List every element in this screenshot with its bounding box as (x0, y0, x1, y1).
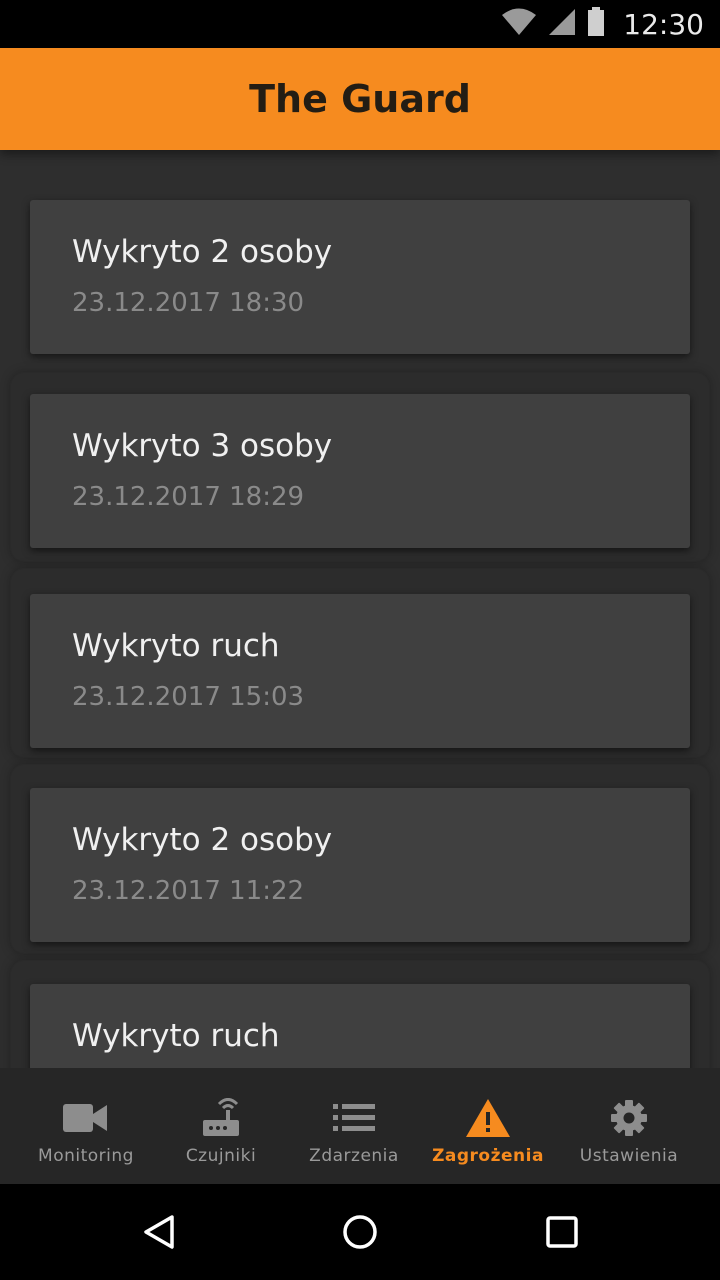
nav-item-monitoring[interactable]: Monitoring (0, 1068, 172, 1184)
list-item[interactable]: Wykryto 2 osoby 23.12.2017 11:22 (30, 788, 690, 942)
app-bar: The Guard (0, 48, 720, 150)
event-title: Wykryto ruch (72, 628, 280, 664)
nav-label: Czujniki (185, 1146, 257, 1166)
bottom-nav: Monitoring Czujniki Zdarzenia Zagrożenia… (0, 1068, 720, 1184)
page-title: The Guard (249, 77, 471, 121)
nav-label: Monitoring (38, 1146, 134, 1166)
nav-item-zagrozenia[interactable]: Zagrożenia (432, 1068, 543, 1184)
list-item[interactable]: Wykryto ruch (30, 984, 690, 1068)
list-item[interactable]: Wykryto 3 osoby 23.12.2017 18:29 (30, 394, 690, 548)
nav-item-czujniki[interactable]: Czujniki (172, 1068, 270, 1184)
nav-label: Ustawienia (579, 1146, 679, 1166)
event-title: Wykryto ruch (72, 1018, 280, 1054)
router-icon (201, 1098, 241, 1138)
nav-label: Zdarzenia (309, 1146, 399, 1166)
event-date: 23.12.2017 18:30 (72, 288, 305, 318)
nav-item-zdarzenia[interactable]: Zdarzenia (270, 1068, 438, 1184)
status-icons: 12:30 (501, 0, 704, 48)
video-camera-icon (63, 1098, 109, 1138)
nav-item-ustawienia[interactable]: Ustawienia (538, 1068, 720, 1184)
back-icon[interactable] (140, 1212, 180, 1252)
wifi-icon (501, 8, 537, 41)
event-date: 23.12.2017 11:22 (72, 876, 305, 906)
warning-icon (465, 1098, 511, 1138)
list-item[interactable]: Wykryto 2 osoby 23.12.2017 18:30 (30, 200, 690, 354)
gear-icon (610, 1098, 648, 1138)
list-icon (333, 1098, 375, 1138)
nav-label: Zagrożenia (432, 1146, 544, 1166)
event-title: Wykryto 2 osoby (72, 822, 333, 858)
battery-icon (587, 6, 605, 42)
system-nav-bar (0, 1184, 720, 1280)
event-title: Wykryto 3 osoby (72, 428, 333, 464)
event-date: 23.12.2017 18:29 (72, 482, 305, 512)
event-date: 23.12.2017 15:03 (72, 682, 305, 712)
status-bar: 12:30 (0, 0, 720, 48)
recents-icon[interactable] (542, 1212, 582, 1252)
event-title: Wykryto 2 osoby (72, 234, 333, 270)
home-icon[interactable] (340, 1212, 380, 1252)
status-time: 12:30 (623, 7, 704, 41)
list-item[interactable]: Wykryto ruch 23.12.2017 15:03 (30, 594, 690, 748)
event-list[interactable]: Wykryto 2 osoby 23.12.2017 18:30 Wykryto… (0, 150, 720, 1068)
signal-icon (547, 8, 577, 41)
